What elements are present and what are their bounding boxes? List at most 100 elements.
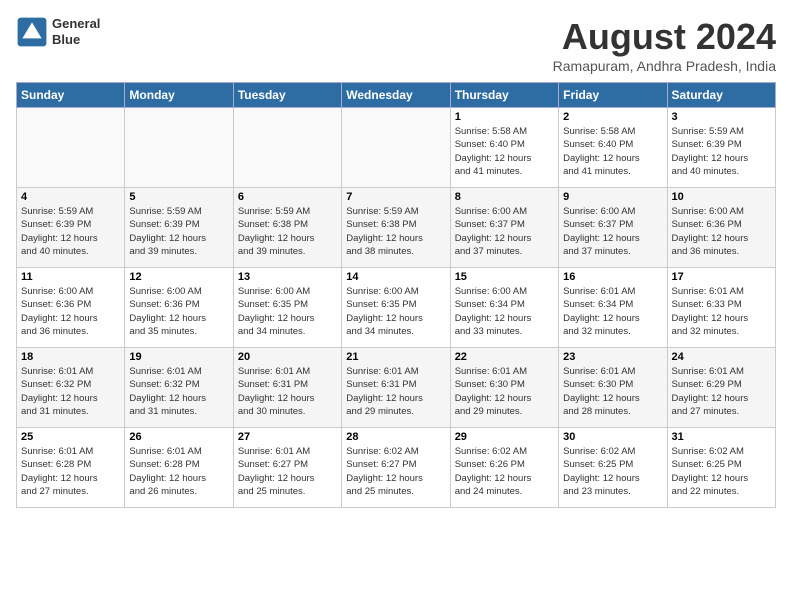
- day-number: 7: [346, 191, 445, 203]
- calendar-cell: 18 Sunrise: 6:01 AM Sunset: 6:32 PM Dayli…: [17, 348, 125, 428]
- calendar-week: 18 Sunrise: 6:01 AM Sunset: 6:32 PM Dayli…: [17, 348, 776, 428]
- logo-icon: [16, 16, 48, 48]
- day-number: 3: [672, 111, 771, 123]
- day-number: 12: [129, 271, 228, 283]
- day-detail: Sunrise: 6:01 AM Sunset: 6:33 PM Dayligh…: [672, 285, 771, 338]
- day-number: 1: [455, 111, 554, 123]
- day-detail: Sunrise: 6:01 AM Sunset: 6:34 PM Dayligh…: [563, 285, 662, 338]
- day-detail: Sunrise: 6:01 AM Sunset: 6:29 PM Dayligh…: [672, 365, 771, 418]
- day-detail: Sunrise: 6:00 AM Sunset: 6:37 PM Dayligh…: [563, 205, 662, 258]
- day-number: 13: [238, 271, 337, 283]
- calendar-table: SundayMondayTuesdayWednesdayThursdayFrid…: [16, 82, 776, 508]
- header-day: Monday: [125, 83, 233, 108]
- day-number: 4: [21, 191, 120, 203]
- day-number: 14: [346, 271, 445, 283]
- calendar-cell: 13Sunrise: 6:00 AM Sunset: 6:35 PM Dayli…: [233, 268, 341, 348]
- calendar-cell: 4 Sunrise: 5:59 AM Sunset: 6:39 PM Daylig…: [17, 188, 125, 268]
- calendar-cell: 30Sunrise: 6:02 AM Sunset: 6:25 PM Dayli…: [559, 428, 667, 508]
- calendar-cell: 10Sunrise: 6:00 AM Sunset: 6:36 PM Dayli…: [667, 188, 775, 268]
- day-number: 19: [129, 351, 228, 363]
- day-number: 21: [346, 351, 445, 363]
- calendar-cell: 17 Sunrise: 6:01 AM Sunset: 6:33 PM Dayli…: [667, 268, 775, 348]
- day-number: 8: [455, 191, 554, 203]
- calendar-cell: 1 Sunrise: 5:58 AM Sunset: 6:40 PM Daylig…: [450, 108, 558, 188]
- calendar-cell: 24 Sunrise: 6:01 AM Sunset: 6:29 PM Dayli…: [667, 348, 775, 428]
- day-detail: Sunrise: 6:00 AM Sunset: 6:35 PM Dayligh…: [346, 285, 445, 338]
- header-day: Friday: [559, 83, 667, 108]
- day-detail: Sunrise: 6:01 AM Sunset: 6:30 PM Dayligh…: [563, 365, 662, 418]
- day-detail: Sunrise: 6:02 AM Sunset: 6:25 PM Dayligh…: [672, 445, 771, 498]
- day-detail: Sunrise: 5:58 AM Sunset: 6:40 PM Dayligh…: [563, 125, 662, 178]
- calendar-cell: 11Sunrise: 6:00 AM Sunset: 6:36 PM Dayli…: [17, 268, 125, 348]
- day-detail: Sunrise: 6:01 AM Sunset: 6:28 PM Dayligh…: [21, 445, 120, 498]
- calendar-week: 1 Sunrise: 5:58 AM Sunset: 6:40 PM Daylig…: [17, 108, 776, 188]
- day-detail: Sunrise: 5:59 AM Sunset: 6:39 PM Dayligh…: [21, 205, 120, 258]
- header-day: Thursday: [450, 83, 558, 108]
- calendar-cell: 29Sunrise: 6:02 AM Sunset: 6:26 PM Dayli…: [450, 428, 558, 508]
- header-day: Wednesday: [342, 83, 450, 108]
- calendar-cell: 23 Sunrise: 6:01 AM Sunset: 6:30 PM Dayli…: [559, 348, 667, 428]
- header: General Blue August 2024 Ramapuram, Andh…: [16, 16, 776, 74]
- day-detail: Sunrise: 6:00 AM Sunset: 6:36 PM Dayligh…: [129, 285, 228, 338]
- calendar-cell: 2 Sunrise: 5:58 AM Sunset: 6:40 PM Daylig…: [559, 108, 667, 188]
- day-detail: Sunrise: 6:02 AM Sunset: 6:27 PM Dayligh…: [346, 445, 445, 498]
- day-detail: Sunrise: 5:59 AM Sunset: 6:39 PM Dayligh…: [672, 125, 771, 178]
- day-detail: Sunrise: 6:01 AM Sunset: 6:30 PM Dayligh…: [455, 365, 554, 418]
- day-number: 2: [563, 111, 662, 123]
- day-detail: Sunrise: 5:58 AM Sunset: 6:40 PM Dayligh…: [455, 125, 554, 178]
- day-number: 6: [238, 191, 337, 203]
- calendar-cell: [125, 108, 233, 188]
- day-detail: Sunrise: 6:01 AM Sunset: 6:31 PM Dayligh…: [238, 365, 337, 418]
- calendar-cell: 26Sunrise: 6:01 AM Sunset: 6:28 PM Dayli…: [125, 428, 233, 508]
- day-number: 10: [672, 191, 771, 203]
- day-detail: Sunrise: 6:01 AM Sunset: 6:32 PM Dayligh…: [21, 365, 120, 418]
- calendar-cell: 28 Sunrise: 6:02 AM Sunset: 6:27 PM Dayli…: [342, 428, 450, 508]
- calendar-cell: 31 Sunrise: 6:02 AM Sunset: 6:25 PM Dayli…: [667, 428, 775, 508]
- header-day: Tuesday: [233, 83, 341, 108]
- calendar-cell: 15Sunrise: 6:00 AM Sunset: 6:34 PM Dayli…: [450, 268, 558, 348]
- calendar-week: 25 Sunrise: 6:01 AM Sunset: 6:28 PM Dayli…: [17, 428, 776, 508]
- header-day: Sunday: [17, 83, 125, 108]
- calendar-subtitle: Ramapuram, Andhra Pradesh, India: [553, 58, 776, 74]
- calendar-cell: 12 Sunrise: 6:00 AM Sunset: 6:36 PM Dayli…: [125, 268, 233, 348]
- calendar-cell: 27 Sunrise: 6:01 AM Sunset: 6:27 PM Dayli…: [233, 428, 341, 508]
- day-number: 17: [672, 271, 771, 283]
- day-number: 9: [563, 191, 662, 203]
- calendar-cell: [342, 108, 450, 188]
- day-number: 18: [21, 351, 120, 363]
- calendar-week: 4 Sunrise: 5:59 AM Sunset: 6:39 PM Daylig…: [17, 188, 776, 268]
- day-detail: Sunrise: 6:01 AM Sunset: 6:32 PM Dayligh…: [129, 365, 228, 418]
- day-detail: Sunrise: 6:01 AM Sunset: 6:28 PM Dayligh…: [129, 445, 228, 498]
- calendar-week: 11Sunrise: 6:00 AM Sunset: 6:36 PM Dayli…: [17, 268, 776, 348]
- title-area: August 2024 Ramapuram, Andhra Pradesh, I…: [553, 16, 776, 74]
- header-day: Saturday: [667, 83, 775, 108]
- day-number: 22: [455, 351, 554, 363]
- calendar-cell: 9 Sunrise: 6:00 AM Sunset: 6:37 PM Daylig…: [559, 188, 667, 268]
- logo: General Blue: [16, 16, 100, 48]
- day-number: 25: [21, 431, 120, 443]
- day-number: 15: [455, 271, 554, 283]
- day-number: 5: [129, 191, 228, 203]
- day-number: 24: [672, 351, 771, 363]
- calendar-cell: 25 Sunrise: 6:01 AM Sunset: 6:28 PM Dayli…: [17, 428, 125, 508]
- calendar-header: SundayMondayTuesdayWednesdayThursdayFrid…: [17, 83, 776, 108]
- calendar-cell: 8Sunrise: 6:00 AM Sunset: 6:37 PM Daylig…: [450, 188, 558, 268]
- day-number: 30: [563, 431, 662, 443]
- day-number: 27: [238, 431, 337, 443]
- day-detail: Sunrise: 5:59 AM Sunset: 6:38 PM Dayligh…: [346, 205, 445, 258]
- day-number: 31: [672, 431, 771, 443]
- day-number: 16: [563, 271, 662, 283]
- calendar-cell: 16 Sunrise: 6:01 AM Sunset: 6:34 PM Dayli…: [559, 268, 667, 348]
- day-number: 29: [455, 431, 554, 443]
- calendar-cell: 14 Sunrise: 6:00 AM Sunset: 6:35 PM Dayli…: [342, 268, 450, 348]
- day-detail: Sunrise: 6:01 AM Sunset: 6:27 PM Dayligh…: [238, 445, 337, 498]
- calendar-cell: 21Sunrise: 6:01 AM Sunset: 6:31 PM Dayli…: [342, 348, 450, 428]
- logo-text: General Blue: [52, 16, 100, 47]
- day-number: 23: [563, 351, 662, 363]
- calendar-cell: [233, 108, 341, 188]
- calendar-cell: 5 Sunrise: 5:59 AM Sunset: 6:39 PM Daylig…: [125, 188, 233, 268]
- calendar-title: August 2024: [553, 16, 776, 58]
- day-detail: Sunrise: 5:59 AM Sunset: 6:39 PM Dayligh…: [129, 205, 228, 258]
- day-number: 28: [346, 431, 445, 443]
- day-detail: Sunrise: 6:00 AM Sunset: 6:36 PM Dayligh…: [21, 285, 120, 338]
